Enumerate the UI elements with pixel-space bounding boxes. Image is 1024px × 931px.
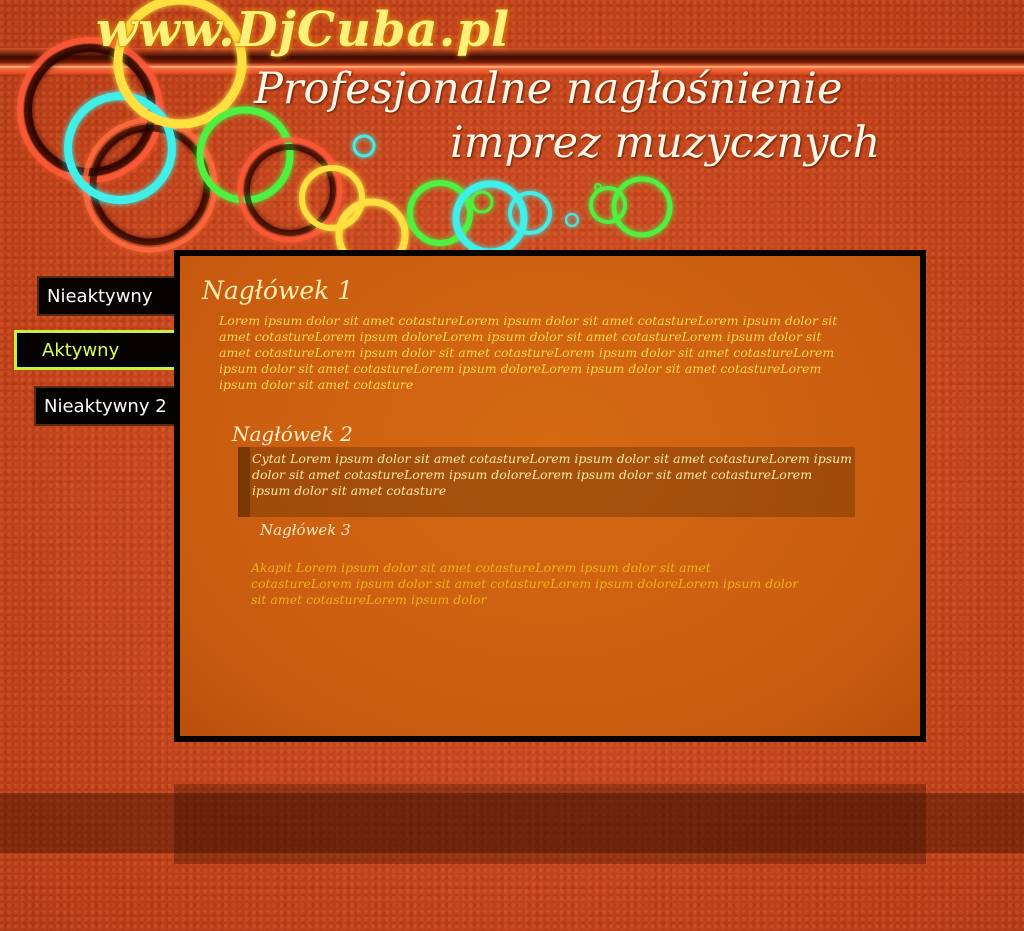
site-logo[interactable]: www.DjCuba.pl <box>96 2 510 58</box>
tagline-line-2: imprez muzycznych <box>450 118 881 168</box>
nav-item-inactive-2[interactable]: Nieaktywny 2 <box>34 386 177 426</box>
footer-box <box>174 784 926 864</box>
paragraph-2: Akapit Lorem ipsum dolor sit amet cotast… <box>251 560 799 607</box>
heading-1: Nagłówek 1 <box>202 276 354 305</box>
content-panel: Nagłówek 1 Lorem ipsum dolor sit amet co… <box>174 250 926 742</box>
heading-3: Nagłówek 3 <box>260 521 351 539</box>
heading-2: Nagłówek 2 <box>232 422 353 446</box>
content-inner: Nagłówek 1 Lorem ipsum dolor sit amet co… <box>180 256 920 736</box>
tagline-line-1: Profesjonalne nagłośnienie <box>254 64 843 114</box>
nav-item-inactive[interactable]: Nieaktywny <box>37 276 177 316</box>
paragraph-1: Lorem ipsum dolor sit amet cotastureLore… <box>219 313 838 392</box>
blockquote: Cytat Lorem ipsum dolor sit amet cotastu… <box>238 447 855 517</box>
nav-item-active[interactable]: Aktywny <box>14 330 177 370</box>
